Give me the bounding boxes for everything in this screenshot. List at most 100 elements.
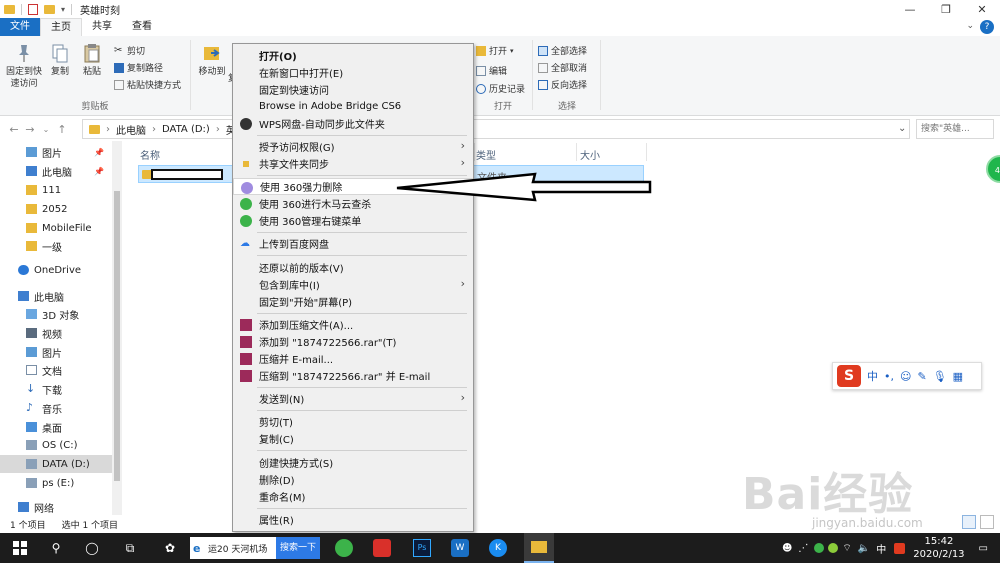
nav-item-downloads[interactable]: ↓ 下载 [0, 380, 112, 398]
kugou-icon[interactable]: K [488, 538, 508, 558]
history-button[interactable]: 历史记录 [476, 82, 525, 95]
tray-wifi-icon[interactable]: ⌔ [842, 542, 851, 555]
tab-share[interactable]: 共享 [82, 18, 122, 36]
nav-item-2052[interactable]: 2052 [0, 200, 112, 218]
menu-item-compress-rar-email[interactable]: 压缩到 "1874722566.rar" 并 E-mail [233, 367, 473, 384]
customize-qa-icon[interactable]: ▾ [61, 5, 65, 14]
toolbox-icon[interactable]: ▦ [953, 370, 963, 383]
tray-volume-icon[interactable]: 🔈 [858, 543, 870, 554]
wps-app-icon[interactable] [372, 538, 392, 558]
ime-lang[interactable]: 中 [867, 368, 878, 384]
tab-file[interactable]: 文件 [0, 18, 40, 36]
menu-item-360-manage-menu[interactable]: 使用 360管理右键菜单 [233, 212, 473, 229]
nav-item-desktop[interactable]: 桌面 [0, 418, 112, 436]
pin-icon[interactable]: 📌 [94, 148, 104, 157]
cut-button[interactable]: ✂ 剪切 [114, 44, 145, 57]
nav-item-pictures[interactable]: 图片 [0, 343, 112, 361]
emoji-icon[interactable]: ☺ [900, 370, 911, 383]
nav-item-this-pc-pinned[interactable]: 此电脑 📌 [0, 162, 112, 180]
menu-item-add-to-rar[interactable]: 添加到 "1874722566.rar"(T) [233, 333, 473, 350]
menu-item-send-to[interactable]: 发送到(N) › [233, 390, 473, 407]
menu-item-pin-quick-access[interactable]: 固定到快速访问 [233, 81, 473, 98]
menu-item-copy[interactable]: 复制(C) [233, 430, 473, 447]
menu-item-create-shortcut[interactable]: 创建快捷方式(S) [233, 454, 473, 471]
nav-item-mobilefile[interactable]: MobileFile [0, 219, 112, 237]
paste-shortcut-button[interactable]: 粘贴快捷方式 [114, 78, 181, 91]
file-explorer-taskbar-button[interactable] [524, 533, 554, 563]
close-icon[interactable]: ✕ [964, 0, 1000, 18]
nav-item-111[interactable]: 111 [0, 181, 112, 199]
column-header-type[interactable]: 类型 [476, 147, 496, 162]
pin-quick-access-button[interactable]: 固定到快 速访问 [4, 42, 44, 90]
nav-item-network[interactable]: 网络 [0, 498, 112, 516]
pin-icon[interactable]: 📌 [94, 167, 104, 176]
tray-green-icon[interactable] [828, 543, 839, 553]
nav-item-yiji[interactable]: 一级 [0, 237, 112, 255]
nav-item-os-c[interactable]: OS (C:) [0, 436, 112, 454]
nav-scrollbar[interactable] [112, 141, 122, 515]
nav-item-this-pc[interactable]: 此电脑 [0, 287, 112, 305]
nav-item-documents[interactable]: 文档 [0, 361, 112, 379]
properties-check-icon[interactable] [28, 3, 38, 15]
scrollbar-thumb[interactable] [114, 191, 120, 481]
cortana-icon[interactable]: ◯ [82, 538, 102, 558]
menu-item-delete[interactable]: 删除(D) [233, 471, 473, 488]
menu-item-properties[interactable]: 属性(R) [233, 511, 473, 528]
tray-network-icon[interactable]: ⋰ [798, 543, 808, 554]
menu-item-restore-previous[interactable]: 还原以前的版本(V) [233, 259, 473, 276]
select-all-button[interactable]: 全部选择 [538, 44, 587, 57]
recent-dropdown-icon[interactable]: ⌄ [38, 125, 54, 134]
menu-item-add-archive[interactable]: 添加到压缩文件(A)... [233, 316, 473, 333]
clock[interactable]: 15:42 2020/2/13 [913, 535, 964, 561]
forward-arrow-icon[interactable]: → [22, 123, 38, 136]
tab-home[interactable]: 主页 [40, 18, 82, 36]
tray-penguin-icon[interactable]: ☻ [782, 543, 792, 554]
back-arrow-icon[interactable]: ← [6, 123, 22, 136]
up-arrow-icon[interactable]: ↑ [54, 123, 70, 136]
select-none-button[interactable]: 全部取消 [538, 61, 587, 74]
menu-item-grant-access[interactable]: 授予访问权限(G) › [233, 138, 473, 155]
search-input[interactable]: 搜索"英雄... [916, 119, 994, 139]
menu-item-wps-sync[interactable]: WPS网盘-自动同步此文件夹 [233, 115, 473, 132]
search-icon[interactable]: ⚲ [46, 538, 66, 558]
column-divider[interactable] [646, 143, 647, 161]
column-header-size[interactable]: 大小 [580, 147, 600, 162]
move-to-button[interactable]: 移动到 [192, 42, 232, 78]
taskbar-search[interactable]: e 运20 天河机场 搜索一下 [190, 537, 320, 559]
menu-item-open[interactable]: 打开(O) [233, 47, 473, 64]
menu-item-open-new-window[interactable]: 在新窗口中打开(E) [233, 64, 473, 81]
breadcrumb-data-d[interactable]: DATA (D:) [162, 124, 210, 135]
invert-selection-button[interactable]: 反向选择 [538, 78, 587, 91]
help-icon[interactable]: ? [980, 20, 994, 34]
task-view-icon[interactable]: ⧉ [120, 538, 140, 558]
nav-item-onedrive[interactable]: OneDrive [0, 261, 112, 279]
start-windows-icon[interactable] [10, 538, 30, 558]
nav-item-pictures-pinned[interactable]: 图片 📌 [0, 143, 112, 161]
microphone-icon[interactable]: 🎙 [933, 370, 947, 383]
tab-view[interactable]: 查看 [122, 18, 162, 36]
copy-path-button[interactable]: 复制路径 [114, 61, 163, 74]
column-divider[interactable] [474, 143, 475, 161]
column-divider[interactable] [576, 143, 577, 161]
menu-item-rename[interactable]: 重命名(M) [233, 488, 473, 505]
skin-icon[interactable]: ✎ [917, 370, 926, 383]
taskbar-search-button[interactable]: 搜索一下 [275, 537, 320, 559]
column-header-name[interactable]: 名称 [140, 147, 160, 162]
360-browser-icon[interactable] [334, 538, 354, 558]
menu-item-baidu-upload[interactable]: ☁ 上传到百度网盘 [233, 235, 473, 252]
nav-item-ps-e[interactable]: ps (E:) [0, 474, 112, 492]
menu-item-pin-start[interactable]: 固定到"开始"屏幕(P) [233, 293, 473, 310]
breadcrumb-this-pc[interactable]: 此电脑 [116, 122, 146, 137]
new-folder-icon[interactable] [44, 4, 55, 14]
tray-sogou-icon[interactable] [894, 542, 906, 554]
nav-item-data-d[interactable]: DATA (D:) [0, 455, 112, 473]
menu-item-compress-email[interactable]: 压缩并 E-mail... [233, 350, 473, 367]
address-dropdown-icon[interactable]: ⌄ [898, 123, 906, 134]
wps-writer-icon[interactable]: W [450, 538, 470, 558]
photoshop-icon[interactable]: Ps [412, 538, 432, 558]
nav-item-videos[interactable]: 视频 [0, 324, 112, 342]
restore-icon[interactable]: ❐ [928, 0, 964, 18]
minimize-icon[interactable]: — [892, 0, 928, 18]
menu-item-include-library[interactable]: 包含到库中(I) › [233, 276, 473, 293]
copy-button[interactable]: 复制 [42, 42, 78, 78]
